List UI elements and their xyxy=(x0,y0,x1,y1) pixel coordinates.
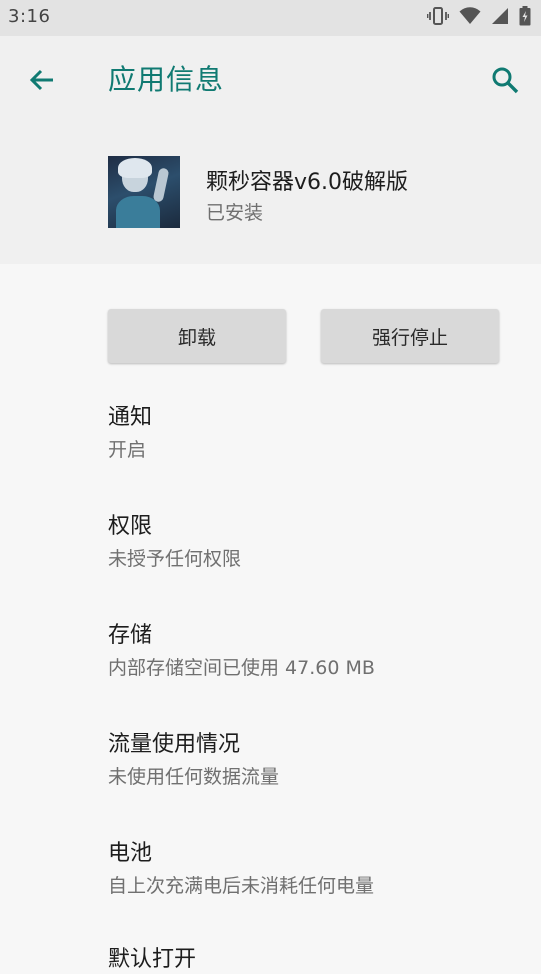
settings-item-summary: 未授予任何权限 xyxy=(108,548,242,570)
status-bar: 3:16 xyxy=(0,0,541,36)
battery-charging-icon xyxy=(519,6,531,30)
settings-item-summary: 自上次充满电后未消耗任何电量 xyxy=(108,875,375,897)
settings-item-notifications[interactable]: 通知 开启 xyxy=(108,404,528,463)
status-time: 3:16 xyxy=(8,6,51,27)
signal-icon xyxy=(491,7,509,29)
vibrate-icon xyxy=(426,7,450,29)
app-header: 应用信息 颗秒容器v6.0破解版 已安装 xyxy=(0,36,541,264)
app-icon xyxy=(108,156,180,228)
page-title: 应用信息 xyxy=(108,63,225,96)
wifi-icon xyxy=(459,7,481,29)
app-name: 颗秒容器v6.0破解版 xyxy=(206,170,409,195)
settings-item-title: 流量使用情况 xyxy=(108,732,241,757)
settings-item-title: 电池 xyxy=(108,841,153,866)
settings-item-battery[interactable]: 电池 自上次充满电后未消耗任何电量 xyxy=(108,840,528,899)
settings-item-title: 默认打开 xyxy=(108,947,197,972)
settings-item-title: 权限 xyxy=(108,514,153,539)
settings-item-title: 通知 xyxy=(108,405,153,430)
settings-item-summary: 内部存储空间已使用 47.60 MB xyxy=(108,657,375,679)
search-button[interactable] xyxy=(483,60,527,104)
force-stop-button[interactable]: 强行停止 xyxy=(321,309,499,363)
back-button[interactable] xyxy=(20,60,64,104)
settings-item-data-usage[interactable]: 流量使用情况 未使用任何数据流量 xyxy=(108,731,528,790)
settings-item-summary: 开启 xyxy=(108,439,147,461)
settings-item-permissions[interactable]: 权限 未授予任何权限 xyxy=(108,513,528,572)
settings-item-storage[interactable]: 存储 内部存储空间已使用 47.60 MB xyxy=(108,622,528,681)
status-icons xyxy=(426,6,531,30)
settings-item-title: 存储 xyxy=(108,623,153,648)
arrow-back-icon xyxy=(28,66,56,98)
settings-item-summary: 未使用任何数据流量 xyxy=(108,766,280,788)
settings-item-open-by-default[interactable]: 默认打开 xyxy=(108,946,528,974)
app-install-status: 已安装 xyxy=(206,202,264,224)
uninstall-button[interactable]: 卸载 xyxy=(108,309,286,363)
search-icon xyxy=(491,66,519,98)
